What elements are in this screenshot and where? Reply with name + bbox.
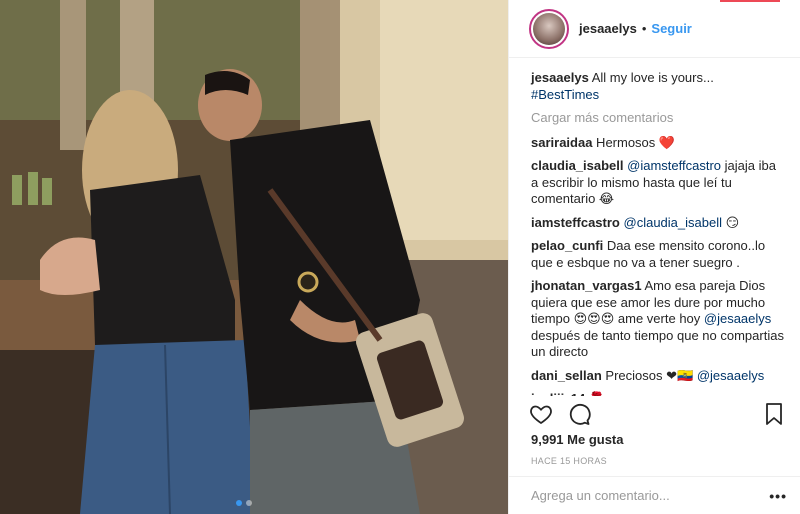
carousel-dot[interactable] (246, 500, 252, 506)
post-timestamp: HACE 15 HORAS (531, 456, 607, 466)
comment-bubble-icon[interactable] (567, 402, 591, 426)
post-actions (529, 402, 591, 426)
comment-username[interactable]: pelao_cunfi (531, 238, 603, 253)
heart-icon[interactable] (529, 402, 553, 426)
caption-username[interactable]: jesaaelys (531, 70, 589, 85)
load-more-comments[interactable]: Cargar más comentarios (531, 110, 786, 127)
avatar[interactable] (529, 8, 569, 49)
comment-text: 😏 (721, 214, 740, 230)
add-comment-bar: ••• (509, 476, 800, 514)
comment-mention[interactable]: @jesaaelys (697, 368, 764, 383)
comment-text: Hermosos ❤️ (592, 134, 676, 150)
comment-text: 🌹 (585, 391, 605, 396)
post-photo[interactable] (0, 0, 508, 514)
photo-illustration (0, 0, 508, 514)
comment-item: sariraidaa Hermosos ❤️ (531, 135, 786, 152)
comment-username[interactable]: sariraidaa (531, 135, 592, 150)
comment-mention[interactable]: @claudia_isabell (624, 215, 722, 230)
follow-button[interactable]: Seguir (651, 21, 691, 36)
comment-username[interactable]: dani_sellan (531, 368, 602, 383)
caption-hashtag[interactable]: #BestTimes (531, 87, 599, 102)
header-separator: • (641, 21, 647, 36)
comment-item: jhonatan_vargas1 Amo esa pareja Dios qui… (531, 278, 786, 361)
comment-item: pelao_cunfi Daa ese mensito corono..lo q… (531, 238, 786, 271)
comment-item: claudia_isabell @iamsteffcastro jajaja i… (531, 158, 786, 208)
comment-input[interactable] (531, 488, 731, 503)
comment-item: iamsteffcastro @claudia_isabell 😏 (531, 215, 786, 232)
like-count[interactable]: 9,991 Me gusta (531, 432, 624, 447)
comment-item: dani_sellan Preciosos ❤🇪🇨 @jesaaelys (531, 368, 786, 385)
comment-text: Preciosos ❤🇪🇨 (601, 367, 697, 383)
carousel-dots[interactable] (236, 500, 252, 506)
comment-username[interactable]: joeliiiz14 (531, 391, 585, 396)
comment-item: joeliiiz14 🌹 (531, 391, 786, 396)
comment-username[interactable]: jhonatan_vargas1 (531, 278, 642, 293)
comment-mention[interactable]: @iamsteffcastro (627, 158, 721, 173)
header-username[interactable]: jesaaelys (579, 21, 637, 36)
bookmark-icon[interactable] (763, 402, 785, 431)
caption: jesaaelys All my love is yours... #BestT… (531, 70, 786, 103)
carousel-dot-active[interactable] (236, 500, 242, 506)
post-sidebar: jesaaelys • Seguir jesaaelys All my love… (508, 0, 800, 514)
more-options-icon[interactable]: ••• (769, 488, 787, 504)
caption-text: All my love is yours... (588, 70, 714, 85)
comment-username[interactable]: claudia_isabell (531, 158, 624, 173)
accent-bar (720, 0, 780, 2)
comment-text: después de tanto tiempo que no compartia… (531, 327, 784, 360)
comment-mention[interactable]: @jesaaelys (704, 311, 771, 326)
post-header: jesaaelys • Seguir (509, 0, 800, 58)
comments-list: jesaaelys All my love is yours... #BestT… (509, 58, 800, 396)
comment-username[interactable]: iamsteffcastro (531, 215, 620, 230)
